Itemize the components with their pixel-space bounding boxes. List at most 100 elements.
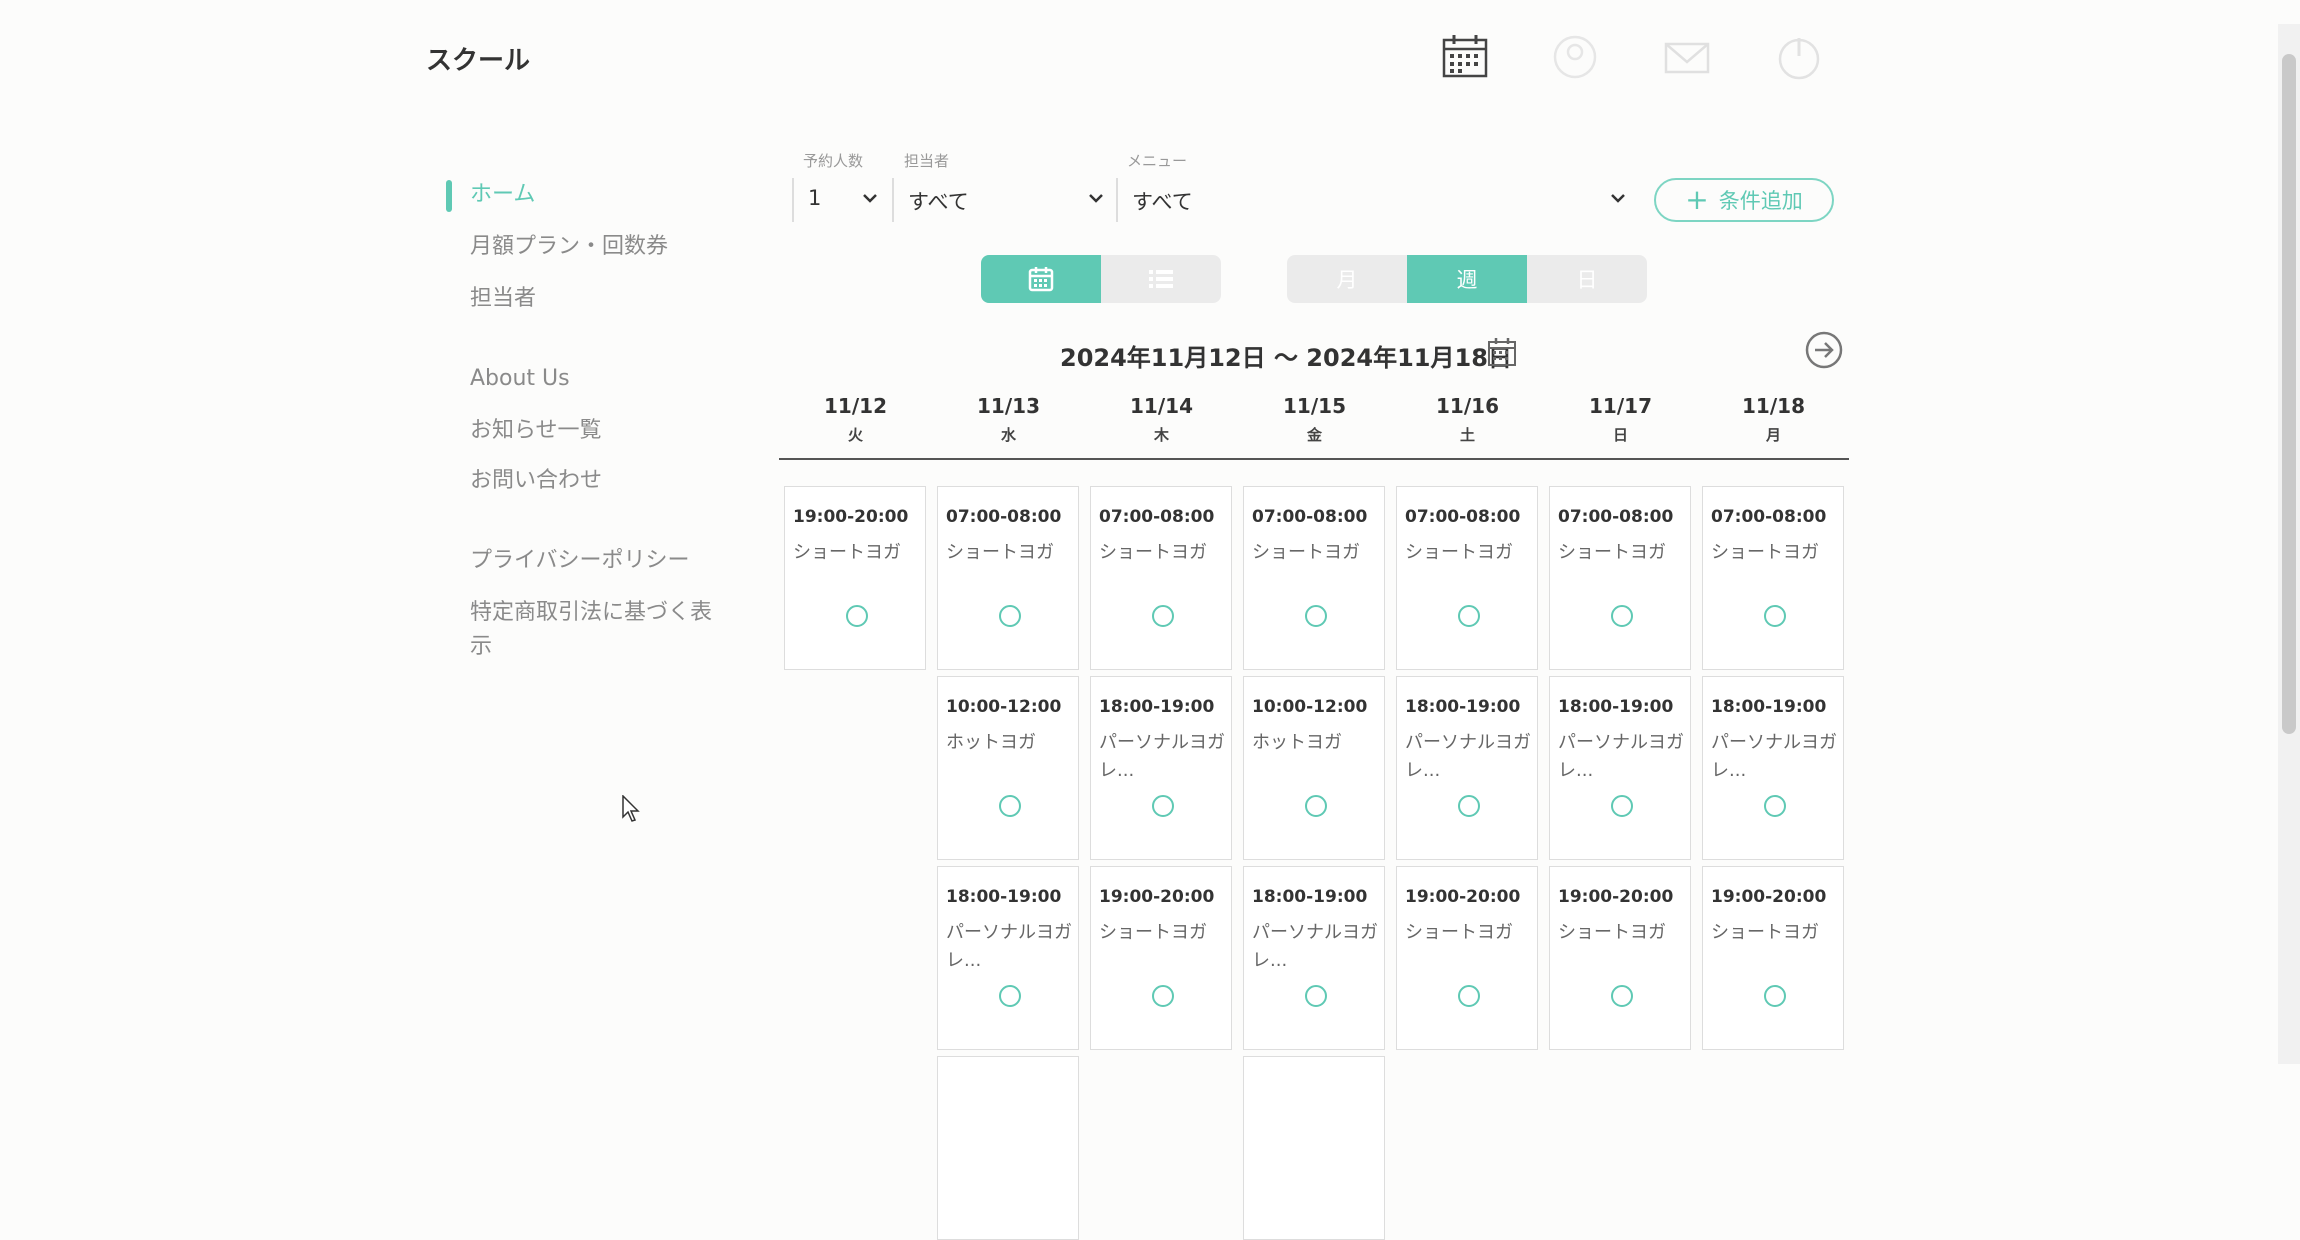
day-date: 11/16 xyxy=(1436,394,1499,418)
next-week-button[interactable] xyxy=(1804,330,1844,370)
lesson-card[interactable]: 18:00-19:00 パーソナルヨガレ... xyxy=(1243,866,1385,1050)
availability-circle-icon xyxy=(1611,985,1633,1007)
lesson-card[interactable]: 19:00-20:00 ショートヨガ xyxy=(1702,866,1844,1050)
lesson-time: 19:00-20:00 xyxy=(1099,887,1215,907)
day-header: 11/14 木 xyxy=(1085,394,1238,445)
lesson-name: パーソナルヨガレ... xyxy=(1405,732,1531,781)
lesson-card[interactable]: 18:00-19:00 パーソナルヨガレ... xyxy=(1090,676,1232,860)
sidebar-item-plans[interactable]: 月額プラン・回数券 xyxy=(470,230,730,264)
lesson-time: 19:00-20:00 xyxy=(793,507,909,527)
lesson-time: 07:00-08:00 xyxy=(1252,507,1368,527)
day-weekday: 月 xyxy=(1765,426,1781,444)
lesson-card[interactable]: 19:00-20:00 ショートヨガ xyxy=(1396,866,1538,1050)
availability-circle-icon xyxy=(1152,605,1174,627)
sidebar-item-staff[interactable]: 担当者 xyxy=(470,282,730,316)
lesson-card[interactable]: 18:00-19:00 パーソナルヨガレ... xyxy=(937,866,1079,1050)
user-icon[interactable] xyxy=(1550,32,1600,82)
lesson-time: 10:00-12:00 xyxy=(1252,697,1368,717)
lesson-name: ショートヨガ xyxy=(1099,542,1207,563)
lesson-name: ショートヨガ xyxy=(793,542,901,563)
menu-value: すべて xyxy=(1132,190,1193,214)
lesson-name: ホットヨガ xyxy=(1252,732,1342,753)
calendar-view-button[interactable] xyxy=(981,255,1101,303)
lesson-card[interactable]: 18:00-19:00 パーソナルヨガレ... xyxy=(1702,676,1844,860)
period-toggle: 月 週 日 xyxy=(1287,255,1647,303)
people-select[interactable]: 1 xyxy=(792,178,886,222)
availability-circle-icon xyxy=(1152,795,1174,817)
lesson-card[interactable]: 19:00-20:00 ショートヨガ xyxy=(784,486,926,670)
calendar-icon[interactable] xyxy=(1440,32,1490,82)
availability-circle-icon xyxy=(1305,795,1327,817)
logout-icon[interactable] xyxy=(1774,32,1824,82)
day-header: 11/15 金 xyxy=(1238,394,1391,445)
staff-value: すべて xyxy=(908,190,969,214)
menu-label: メニュー xyxy=(1127,152,1188,170)
availability-circle-icon xyxy=(1152,985,1174,1007)
day-date: 11/12 xyxy=(824,394,887,418)
lesson-card[interactable]: 07:00-08:00 ショートヨガ xyxy=(1396,486,1538,670)
availability-circle-icon xyxy=(1611,795,1633,817)
period-month-button[interactable]: 月 xyxy=(1287,255,1407,303)
sidebar-item-news[interactable]: お知らせ一覧 xyxy=(470,414,730,448)
lesson-card[interactable]: 19:00-20:00 ショートヨガ xyxy=(1549,866,1691,1050)
lesson-card[interactable]: 07:00-08:00 ショートヨガ xyxy=(1243,486,1385,670)
sidebar-item-home[interactable]: ホーム xyxy=(470,178,730,212)
lesson-card[interactable] xyxy=(937,1056,1079,1240)
lesson-name: パーソナルヨガレ... xyxy=(946,922,1072,971)
lesson-card[interactable]: 07:00-08:00 ショートヨガ xyxy=(1549,486,1691,670)
lesson-card[interactable]: 10:00-12:00 ホットヨガ xyxy=(937,676,1079,860)
lesson-card[interactable]: 18:00-19:00 パーソナルヨガレ... xyxy=(1396,676,1538,860)
period-week-button[interactable]: 週 xyxy=(1407,255,1527,303)
availability-circle-icon xyxy=(1458,985,1480,1007)
lesson-time: 18:00-19:00 xyxy=(1252,887,1368,907)
lesson-card[interactable] xyxy=(1243,1056,1385,1240)
day-weekday: 火 xyxy=(847,426,863,444)
lesson-time: 07:00-08:00 xyxy=(946,507,1062,527)
day-weekday: 水 xyxy=(1000,426,1016,444)
day-header: 11/13 水 xyxy=(932,394,1085,445)
lesson-name: ショートヨガ xyxy=(946,542,1054,563)
scrollbar-thumb[interactable] xyxy=(2282,54,2296,734)
lesson-name: ショートヨガ xyxy=(1711,922,1819,943)
staff-select[interactable]: すべて xyxy=(892,178,1112,222)
menu-select[interactable]: すべて xyxy=(1116,178,1634,222)
sidebar-item-legal[interactable]: 特定商取引法に基づく表示 xyxy=(470,596,730,664)
day-header: 11/18 月 xyxy=(1697,394,1850,445)
day-header: 11/12 火 xyxy=(779,394,932,445)
day-weekday: 金 xyxy=(1306,426,1322,444)
lesson-card[interactable]: 07:00-08:00 ショートヨガ xyxy=(1090,486,1232,670)
lesson-name: ショートヨガ xyxy=(1405,542,1513,563)
chevron-down-icon xyxy=(1611,194,1625,203)
lesson-card[interactable]: 07:00-08:00 ショートヨガ xyxy=(1702,486,1844,670)
sidebar-item-about[interactable]: About Us xyxy=(470,362,730,396)
scrollbar[interactable] xyxy=(2278,24,2300,1064)
availability-circle-icon xyxy=(1305,605,1327,627)
lesson-card[interactable]: 18:00-19:00 パーソナルヨガレ... xyxy=(1549,676,1691,860)
sidebar-item-privacy[interactable]: プライバシーポリシー xyxy=(470,544,730,578)
list-view-button[interactable] xyxy=(1101,255,1221,303)
lesson-card[interactable]: 07:00-08:00 ショートヨガ xyxy=(937,486,1079,670)
date-range: 2024年11月12日 〜 2024年11月18日 xyxy=(1060,344,1512,372)
sidebar-item-contact[interactable]: お問い合わせ xyxy=(470,464,730,498)
day-header-row: 11/12 火 11/13 水 11/14 木 11/15 金 11/16 土 11/17 日 11/1… xyxy=(779,390,1849,460)
availability-circle-icon xyxy=(1764,795,1786,817)
period-day-button[interactable]: 日 xyxy=(1527,255,1647,303)
lesson-time: 07:00-08:00 xyxy=(1558,507,1674,527)
lesson-card[interactable]: 19:00-20:00 ショートヨガ xyxy=(1090,866,1232,1050)
plus-icon: + xyxy=(1685,183,1709,216)
day-date: 11/17 xyxy=(1589,394,1652,418)
add-condition-button[interactable]: + 条件追加 xyxy=(1654,178,1834,222)
lesson-card[interactable]: 10:00-12:00 ホットヨガ xyxy=(1243,676,1385,860)
add-condition-label: 条件追加 xyxy=(1718,189,1803,213)
lesson-time: 18:00-19:00 xyxy=(1558,697,1674,717)
active-indicator xyxy=(446,180,452,212)
lesson-time: 07:00-08:00 xyxy=(1405,507,1521,527)
chevron-down-icon xyxy=(1089,194,1103,203)
availability-circle-icon xyxy=(1458,795,1480,817)
availability-circle-icon xyxy=(1305,985,1327,1007)
day-date: 11/18 xyxy=(1742,394,1805,418)
calendar-icon[interactable] xyxy=(1486,336,1518,368)
lesson-name: ショートヨガ xyxy=(1558,922,1666,943)
mail-icon[interactable] xyxy=(1662,32,1712,82)
brand-logo[interactable]: スクール xyxy=(426,40,530,77)
